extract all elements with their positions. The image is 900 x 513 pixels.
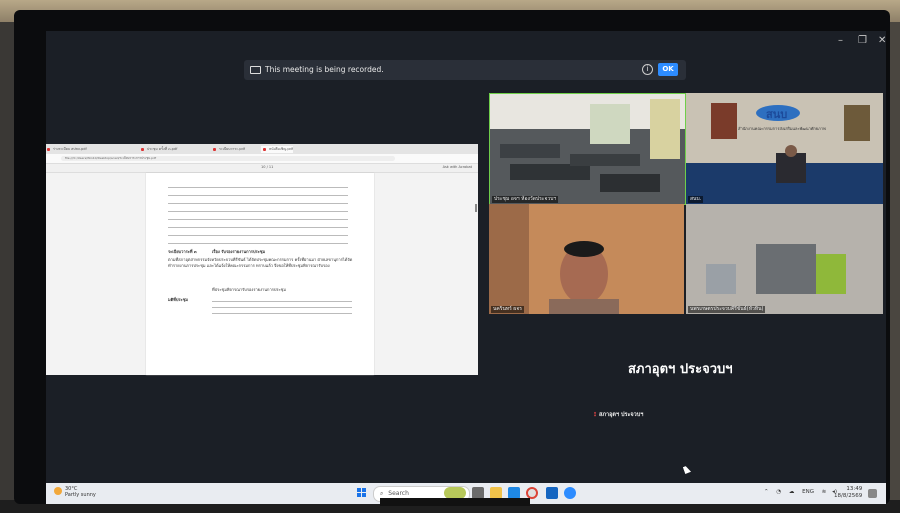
system-tray: ⌃ ◔ ☁ ENG ≋ ◂)	[764, 489, 837, 495]
agenda-heading: ระเบียบวาระที่ ๓	[168, 249, 197, 254]
participant-tile[interactable]: ประชุม อจฯ ห้องวัดประจวบฯ	[489, 93, 686, 205]
page-indicator[interactable]: 10 / 11	[261, 165, 273, 169]
recording-text: This meeting is being recorded.	[265, 65, 384, 74]
info-icon[interactable]: i	[642, 64, 653, 75]
sun-icon	[54, 487, 62, 495]
zoom-icon[interactable]	[564, 487, 576, 499]
cloud-icon[interactable]: ☁	[789, 489, 795, 495]
participant-tile[interactable]: นครินทร์ ผจร	[489, 204, 684, 314]
blank-line	[168, 227, 348, 228]
date: 18/8/2569	[834, 493, 863, 499]
participant-name: ประชุม อจฯ ห้องวัดประจวบฯ	[492, 196, 559, 203]
blank-line	[168, 203, 348, 204]
agenda-note: ที่ประชุมพิจารณารับรองรายงานการประชุม	[212, 287, 287, 292]
pdf-page: ระเบียบวาระที่ ๓ เรื่อง รับรองรายงานการป…	[146, 173, 374, 375]
agency-logo-text: สนบ	[766, 108, 788, 121]
meeting-room-video	[490, 94, 685, 204]
close-button[interactable]: ✕	[878, 35, 886, 46]
chevron-up-icon[interactable]: ⌃	[764, 489, 769, 495]
clock[interactable]: 13:49 18/8/2569	[834, 486, 862, 500]
weather-widget[interactable]: 30°C Partly sunny	[54, 486, 96, 498]
pdf-icon	[263, 148, 266, 151]
pdf-toolbar: 10 / 11 Ask with Acrobat	[46, 164, 478, 173]
minimize-button[interactable]: –	[838, 35, 843, 46]
browser-tab[interactable]: ระเบียบวาระ.pdf	[211, 146, 245, 153]
browser-tab-active[interactable]: หนังสือเชิญ.pdf	[261, 146, 293, 153]
blank-line	[168, 243, 348, 244]
url-field[interactable]: file:///C:/Users/Win10/Desktop/scwd/ระเบ…	[61, 156, 395, 161]
participant-name: นพรเกษตรประจวบคีรีขันธ์(หัวหิน)	[688, 306, 766, 313]
participant-video	[489, 204, 684, 314]
ok-button[interactable]: OK	[658, 63, 678, 76]
windows-start-icon[interactable]	[357, 488, 367, 498]
shared-screen: ร่างระเบียบ สปชจ.pdf ประชุม ครั้งที่ ๓.p…	[46, 144, 478, 375]
participant-name: สนบ.	[688, 196, 704, 203]
active-speaker-name: สภาอุตฯ ประจวบฯ	[628, 362, 733, 377]
scrollbar[interactable]	[475, 204, 477, 212]
resolution-label: มติที่ประชุม	[168, 297, 189, 302]
mouse-cursor	[682, 465, 692, 474]
recording-banner: This meeting is being recorded. i OK	[244, 60, 686, 80]
meeting-screen: – ❐ ✕ This meeting is being recorded. i …	[46, 31, 886, 504]
blank-line	[168, 211, 348, 212]
blank-line	[168, 195, 348, 196]
blurred-video	[686, 204, 883, 314]
participant-tile[interactable]: สนบ สำนักงานคณะกรรมการส่งเสริมและพัฒนาศั…	[686, 93, 883, 204]
browser-tab-bar: ร่างระเบียบ สปชจ.pdf ประชุม ครั้งที่ ๓.p…	[46, 144, 478, 154]
camera-icon	[250, 66, 261, 74]
blank-line	[168, 235, 348, 236]
participant-name: นครินทร์ ผจร	[491, 306, 524, 313]
browser-tab[interactable]: ร่างระเบียบ สปชจ.pdf	[46, 146, 87, 153]
photos-icon[interactable]	[546, 487, 558, 499]
blank-line	[168, 187, 348, 188]
participant-tile[interactable]: นพรเกษตรประจวบคีรีขันธ์(หัวหิน)	[686, 204, 883, 314]
blank-line	[212, 313, 352, 314]
monitor-bezel: – ❐ ✕ This meeting is being recorded. i …	[14, 10, 890, 504]
network-icon[interactable]: ◔	[776, 489, 781, 495]
pdf-icon	[213, 148, 216, 151]
agenda-body: ตามที่สภาอุตสาหกรรมจังหวัดประจวบคีรีขันธ…	[168, 257, 353, 268]
blank-line	[212, 307, 352, 308]
blank-line	[212, 301, 352, 302]
agenda-subject: เรื่อง รับรองรายงานการประชุม	[212, 249, 266, 254]
browser-tab[interactable]: ประชุม ครั้งที่ ๓.pdf	[139, 146, 177, 153]
search-icon: ⌕	[380, 490, 384, 497]
language-indicator[interactable]: ENG	[802, 489, 814, 495]
active-speaker-label: ⟟ สภาอุตฯ ประจวบฯ	[594, 412, 644, 418]
agency-subtitle: สำนักงานคณะกรรมการส่งเสริมและพัฒนาศักยภา…	[738, 126, 826, 131]
pdf-icon	[47, 148, 50, 151]
monitor-stand	[380, 498, 530, 506]
notification-icon[interactable]	[868, 489, 877, 498]
address-bar: file:///C:/Users/Win10/Desktop/scwd/ระเบ…	[46, 154, 478, 164]
ask-acrobat-button[interactable]: Ask with Acrobat	[443, 165, 472, 169]
wifi-icon[interactable]: ≋	[822, 489, 827, 495]
blank-line	[168, 219, 348, 220]
time: 13:49	[846, 486, 863, 492]
mic-muted-icon: ⟟	[594, 412, 597, 418]
maximize-button[interactable]: ❐	[858, 35, 867, 46]
pdf-icon	[141, 148, 144, 151]
